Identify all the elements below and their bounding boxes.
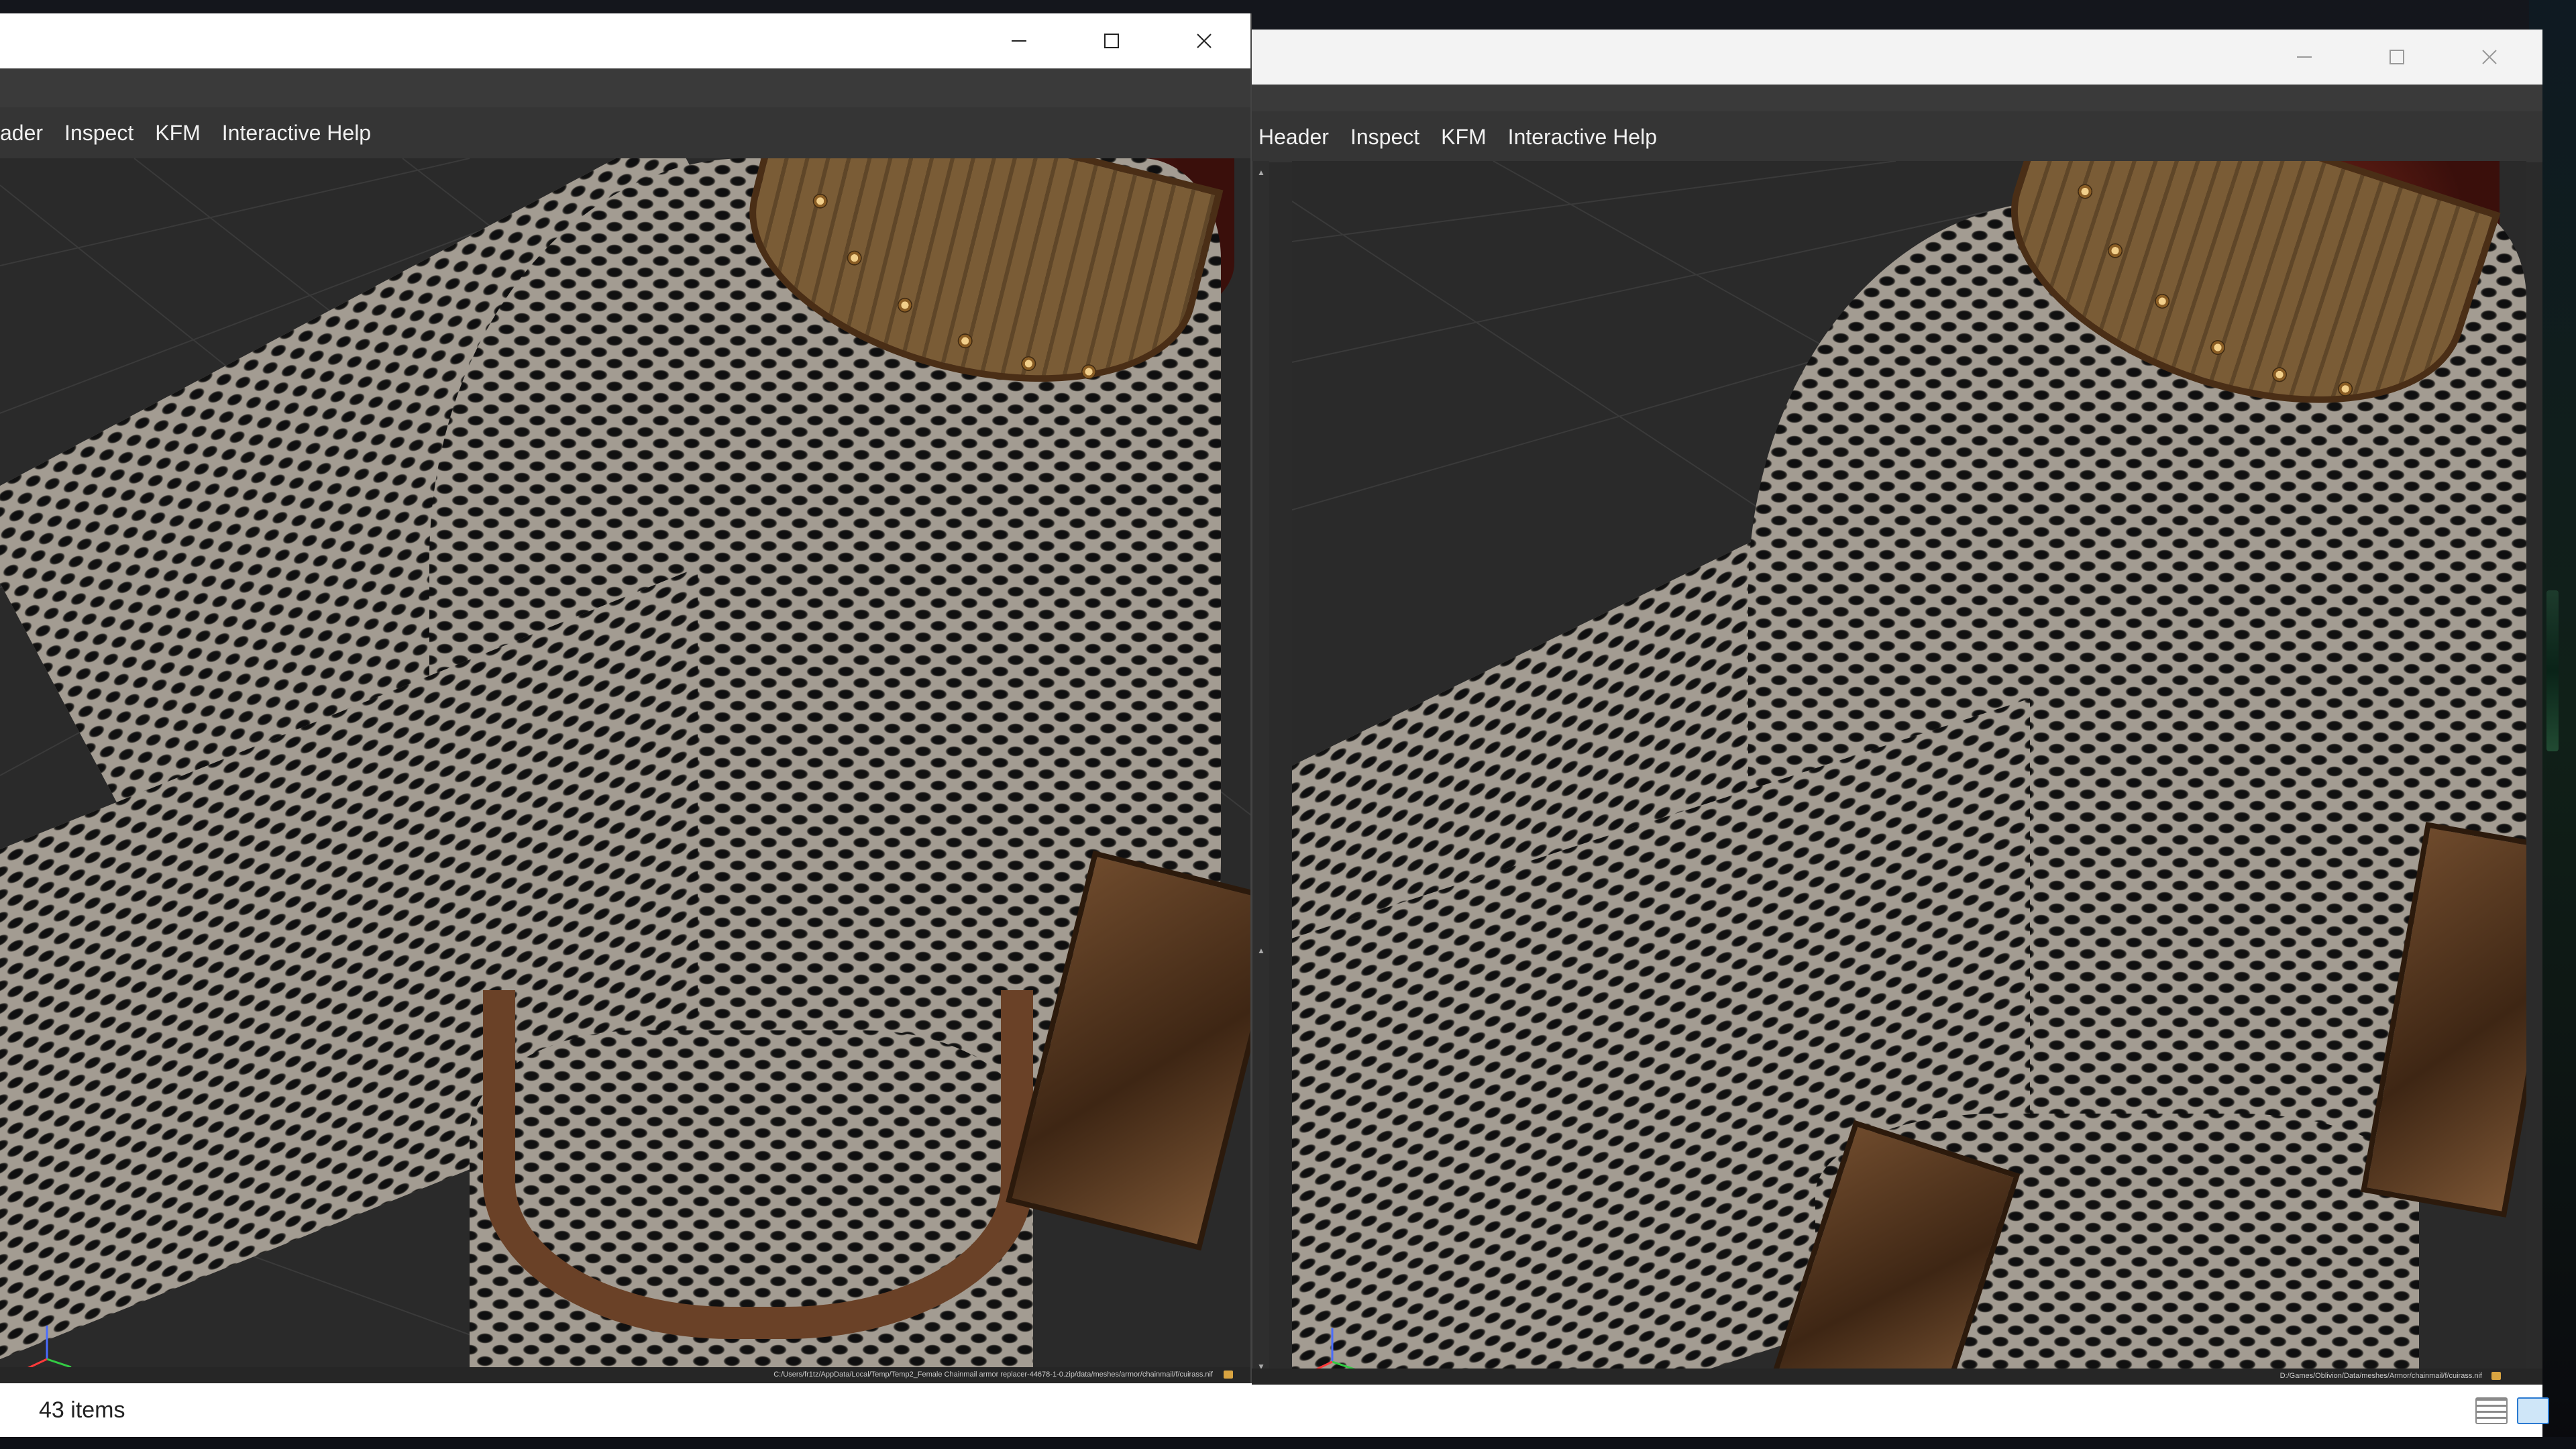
folder-icon[interactable] — [2491, 1372, 2501, 1380]
close-button[interactable] — [2443, 30, 2536, 85]
collar-stud — [811, 192, 830, 211]
collar-stud — [896, 296, 914, 315]
menu-interactive-help[interactable]: Interactive Help — [1497, 111, 1668, 162]
collar-stud — [956, 331, 975, 350]
render-viewport[interactable] — [1292, 161, 2526, 1385]
collar-stud — [2270, 365, 2289, 384]
collar-stud — [2208, 338, 2227, 357]
toolbar — [0, 68, 1250, 107]
dock-scrollbar[interactable]: ▲ ▲ ▼ — [1252, 161, 1269, 1385]
status-bar: C:/Users/fr1tz/AppData/Local/Temp/Temp2_… — [0, 1367, 1250, 1383]
maximize-icon — [2390, 50, 2404, 64]
menu-header[interactable]: Header — [1252, 111, 1340, 162]
collar-stud — [845, 249, 864, 267]
menu-inspect[interactable]: Inspect — [1340, 111, 1430, 162]
collar-stud — [2106, 241, 2125, 260]
title-bar[interactable] — [1252, 30, 2542, 85]
menu-bar: Header Inspect KFM Interactive Help — [1252, 111, 2542, 162]
menu-bar: ader Inspect KFM Interactive Help — [0, 107, 1250, 158]
minimize-icon — [1012, 40, 1026, 42]
item-count: 43 items — [39, 1397, 125, 1423]
close-icon — [2482, 50, 2497, 64]
file-explorer-status-bar: 43 items — [0, 1382, 2549, 1437]
maximize-icon — [1104, 34, 1119, 48]
menu-inspect[interactable]: Inspect — [54, 107, 144, 158]
leather-belt — [483, 990, 1033, 1339]
toolbar — [1252, 85, 2542, 111]
large-icons-view-icon[interactable] — [2517, 1397, 2549, 1424]
title-bar[interactable] — [0, 13, 1250, 68]
scroll-up-icon[interactable]: ▲ — [1256, 946, 1266, 955]
minimize-button[interactable] — [973, 13, 1065, 68]
maximize-button[interactable] — [2351, 30, 2443, 85]
maximize-button[interactable] — [1065, 13, 1158, 68]
xyz-axes-icon — [1309, 1328, 1357, 1374]
file-path-label: C:/Users/fr1tz/AppData/Local/Temp/Temp2_… — [773, 1371, 1213, 1379]
menu-header[interactable]: ader — [0, 107, 54, 158]
close-button[interactable] — [1158, 13, 1250, 68]
minimize-button[interactable] — [2258, 30, 2351, 85]
menu-kfm[interactable]: KFM — [144, 107, 211, 158]
collar-stud — [1019, 354, 1038, 373]
menu-interactive-help[interactable]: Interactive Help — [211, 107, 382, 158]
status-bar: D:/Games/Oblivion/Data/meshes/Armor/chai… — [1252, 1368, 2542, 1385]
details-view-icon[interactable] — [2475, 1397, 2508, 1424]
collar-stud — [2336, 379, 2355, 398]
menu-kfm[interactable]: KFM — [1430, 111, 1497, 162]
xyz-axes-icon — [23, 1326, 72, 1371]
collar-stud — [2153, 292, 2172, 311]
desktop-background-bottom — [0, 1437, 2576, 1449]
render-viewport[interactable] — [0, 158, 1250, 1383]
nifskope-window-right[interactable]: Header Inspect KFM Interactive Help ▲ ▲ … — [1252, 30, 2542, 1385]
collar-stud — [2076, 182, 2095, 201]
file-path-label: D:/Games/Oblivion/Data/meshes/Armor/chai… — [2279, 1372, 2482, 1380]
desktop-decoration — [2546, 590, 2559, 751]
scroll-up-icon[interactable]: ▲ — [1256, 168, 1266, 177]
folder-icon[interactable] — [1224, 1371, 1233, 1379]
minimize-icon — [2297, 56, 2312, 58]
nifskope-window-left[interactable]: ader Inspect KFM Interactive Help C:/Use… — [0, 13, 1252, 1383]
close-icon — [1197, 34, 1212, 48]
